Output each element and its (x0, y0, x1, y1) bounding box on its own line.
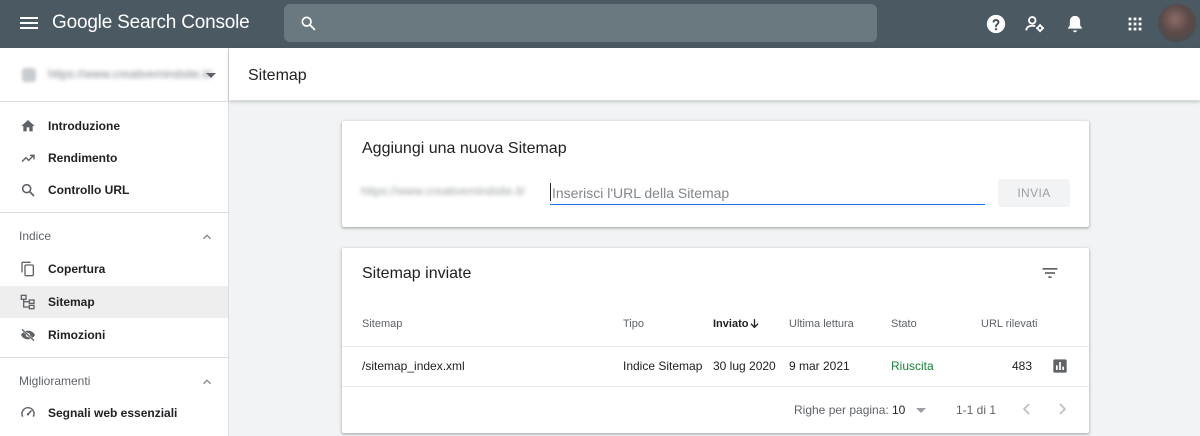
cell-sitemap: /sitemap_index.xml (362, 359, 465, 373)
add-sitemap-title: Aggiungi una nuova Sitemap (362, 140, 567, 157)
pagination-range: 1-1 di 1 (956, 403, 997, 417)
chevron-right-icon[interactable] (1052, 399, 1072, 419)
chevron-down-icon (206, 73, 216, 78)
submitted-sitemaps-card: Sitemap inviate Sitemap Tipo Inviato Ult… (342, 248, 1089, 433)
sidebar: https://www.creativemindsite.it/ Introdu… (0, 48, 229, 436)
search-icon (301, 16, 316, 31)
sidebar-item-sitemap[interactable]: Sitemap (0, 286, 228, 318)
property-favicon (22, 68, 36, 82)
column-header-urls[interactable]: URL rilevati (981, 318, 1037, 330)
submit-button[interactable]: INVIA (998, 179, 1070, 207)
status-badge: Riuscita (891, 359, 934, 373)
sidebar-item-label: Introduzione (48, 119, 120, 133)
rows-per-page-label: Righe per pagina: (794, 403, 889, 417)
arrow-down-icon (750, 319, 759, 329)
app-logo[interactable]: Google Search Console (52, 12, 250, 34)
help-icon[interactable] (985, 13, 1007, 35)
submitted-sitemaps-title: Sitemap inviate (362, 265, 472, 282)
home-icon (21, 120, 35, 132)
sidebar-item-label: Controllo URL (48, 183, 130, 197)
sidebar-item-copertura[interactable]: Copertura (0, 253, 228, 285)
visibility-off-icon (21, 328, 35, 342)
sidebar-item-label: Segnali web essenziali (48, 406, 178, 420)
apps-grid-icon[interactable] (1124, 13, 1146, 35)
speed-gauge-icon (21, 407, 35, 418)
section-header-indice[interactable]: Indice (0, 221, 228, 251)
property-selector[interactable]: https://www.creativemindsite.it/ (0, 48, 228, 102)
rows-per-page-select[interactable]: 10 (890, 399, 930, 421)
sidebar-item-rendimento[interactable]: Rendimento (0, 142, 228, 174)
sitemap-url-input[interactable] (550, 181, 985, 205)
copy-pages-icon (21, 261, 34, 277)
sidebar-item-label: Copertura (48, 262, 106, 276)
rows-per-page-value: 10 (892, 403, 906, 417)
bar-chart-icon[interactable] (1052, 358, 1068, 374)
cell-type: Indice Sitemap (623, 359, 703, 373)
notifications-icon[interactable] (1064, 13, 1086, 35)
menu-icon[interactable] (20, 15, 38, 31)
table-divider (342, 346, 1089, 347)
cell-urls: 483 (1012, 359, 1033, 373)
column-header-status[interactable]: Stato (891, 318, 917, 330)
property-url: https://www.creativemindsite.it/ (48, 67, 213, 81)
section-header-miglioramenti[interactable]: Miglioramenti (0, 366, 228, 396)
manage-users-icon[interactable] (1024, 13, 1046, 35)
section-label: Indice (19, 229, 52, 243)
column-header-submitted[interactable]: Inviato (713, 318, 759, 330)
trending-up-icon (21, 154, 35, 163)
section-label: Miglioramenti (19, 374, 91, 388)
search-input[interactable] (284, 4, 877, 42)
page-title: Sitemap (248, 67, 307, 84)
column-header-last-read[interactable]: Ultima lettura (789, 318, 854, 330)
sidebar-divider (0, 357, 228, 358)
search-icon (21, 183, 35, 197)
account-avatar[interactable] (1158, 4, 1196, 42)
table-divider (342, 386, 1089, 387)
sidebar-item-label: Rendimento (48, 151, 118, 165)
top-app-bar: Google Search Console (0, 0, 1200, 48)
sidebar-item-label: Rimozioni (48, 328, 106, 342)
sidebar-item-label: Sitemap (48, 295, 95, 309)
column-header-submitted-label: Inviato (713, 318, 749, 330)
column-header-sitemap[interactable]: Sitemap (362, 318, 402, 330)
sidebar-item-segnali-web-essenziali[interactable]: Segnali web essenziali (0, 397, 228, 429)
cell-submitted: 30 lug 2020 (713, 359, 776, 373)
column-header-type[interactable]: Tipo (623, 318, 644, 330)
chevron-up-icon (203, 234, 211, 240)
filter-icon[interactable] (1040, 263, 1060, 283)
page-header: Sitemap (229, 48, 1200, 101)
sidebar-item-introduzione[interactable]: Introduzione (0, 110, 228, 142)
text-cursor (550, 183, 551, 201)
sitemap-tree-icon (20, 294, 35, 310)
chevron-up-icon (203, 379, 211, 385)
chevron-left-icon[interactable] (1017, 399, 1037, 419)
sidebar-divider (0, 212, 228, 213)
url-prefix: https://www.creativemindsite.it/ (361, 184, 526, 198)
dropdown-arrow-icon (916, 408, 926, 413)
sidebar-item-controllo-url[interactable]: Controllo URL (0, 174, 228, 206)
sidebar-item-rimozioni[interactable]: Rimozioni (0, 319, 228, 351)
cell-last-read: 9 mar 2021 (789, 359, 850, 373)
add-sitemap-card: Aggiungi una nuova Sitemap https://www.c… (342, 121, 1089, 227)
